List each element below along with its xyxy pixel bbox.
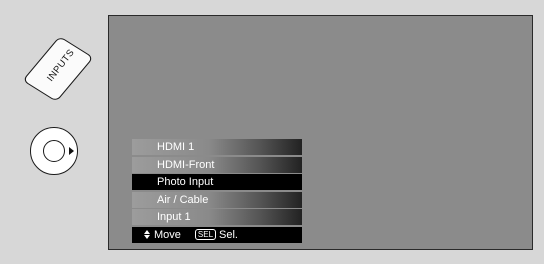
menu-item-input-1[interactable]: Input 1	[132, 209, 302, 226]
sel-key-icon: SEL	[194, 229, 217, 241]
menu-item-air-cable[interactable]: Air / Cable	[132, 191, 302, 208]
input-menu: HDMI 1 HDMI-Front Photo Input Air / Cabl…	[132, 139, 302, 243]
menu-item-hdmi-1[interactable]: HDMI 1	[132, 139, 302, 155]
up-down-arrow-icon	[144, 230, 150, 240]
joystick-center	[43, 140, 65, 162]
menu-footer: Move SEL Sel.	[132, 226, 302, 243]
remote-illustration: INPUTS	[0, 0, 100, 264]
right-arrow-icon	[69, 147, 74, 155]
select-label: Sel.	[219, 228, 238, 241]
menu-item-photo-input[interactable]: Photo Input	[132, 174, 302, 191]
menu-item-hdmi-front[interactable]: HDMI-Front	[132, 156, 302, 173]
move-label: Move	[154, 228, 181, 241]
